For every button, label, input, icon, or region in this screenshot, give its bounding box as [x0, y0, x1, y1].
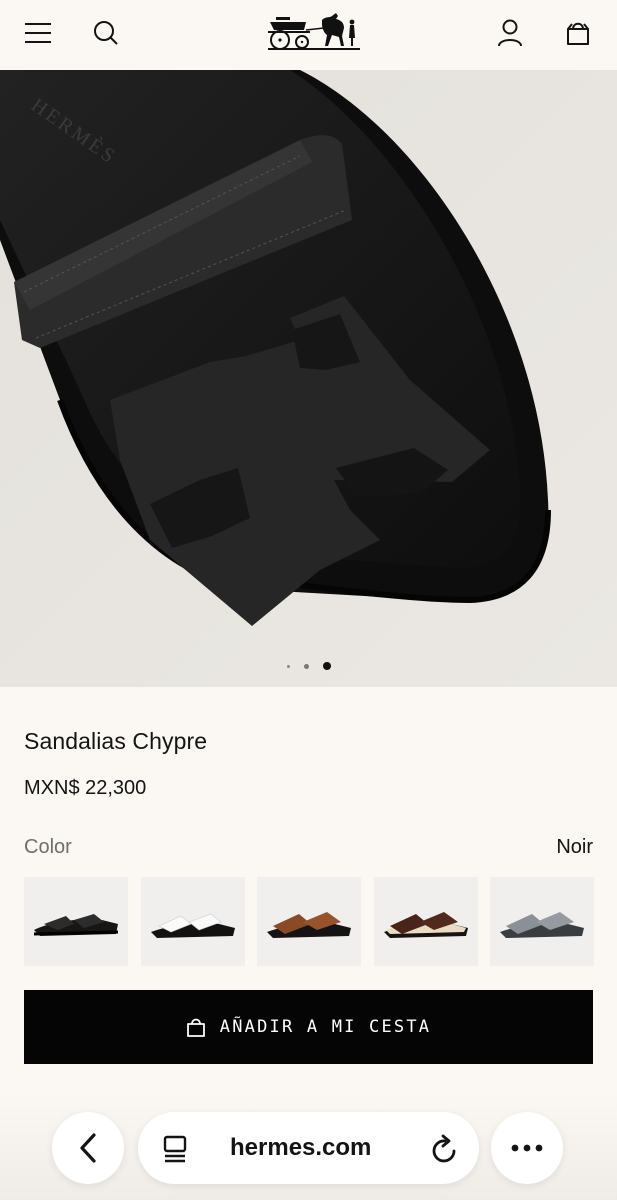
carousel-dots [0, 662, 617, 670]
browser-back-button[interactable] [52, 1112, 124, 1184]
hermes-logo[interactable] [266, 8, 362, 52]
carriage-logo-icon [268, 13, 360, 50]
cart-button[interactable] [558, 13, 598, 53]
black-sandal-thumbnail [33, 913, 119, 936]
color-swatch-list [24, 877, 594, 966]
reload-button[interactable] [428, 1132, 462, 1166]
site-header [0, 0, 617, 70]
grey-sandal-thumbnail [500, 911, 584, 938]
reload-icon [432, 1134, 456, 1163]
brown-sandal-thumbnail [267, 911, 351, 938]
white-sandal-thumbnail [150, 913, 235, 938]
shopping-bag-icon [567, 22, 589, 45]
tabs-icon [163, 1135, 187, 1163]
swatch-shearling[interactable] [373, 877, 478, 966]
product-name: Sandalias Chypre [24, 728, 208, 754]
shearling-sandal-thumbnail [383, 911, 468, 938]
carousel-dot-2[interactable] [303, 663, 309, 669]
product-image-carousel[interactable]: HERMÈS [0, 70, 617, 687]
more-dots-icon [511, 1144, 543, 1152]
swatch-brown[interactable] [257, 877, 361, 966]
browser-toolbar: hermes.com [0, 1092, 617, 1200]
add-to-cart-label: AÑADIR A MI CESTA [219, 1017, 432, 1037]
tabs-button[interactable] [160, 1134, 190, 1164]
black-sandal-image: HERMÈS [0, 70, 617, 687]
selected-color-value: Noir [556, 836, 593, 858]
product-price: MXN$ 22,300 [24, 777, 147, 799]
color-label: Color [24, 836, 72, 858]
browser-more-button[interactable] [491, 1112, 563, 1184]
hamburger-menu-icon [25, 23, 51, 43]
shopping-bag-icon [186, 1018, 205, 1037]
search-icon [94, 21, 118, 45]
address-bar[interactable]: hermes.com [138, 1112, 479, 1184]
menu-button[interactable] [18, 13, 58, 53]
search-button[interactable] [86, 13, 126, 53]
swatch-grey[interactable] [490, 877, 594, 966]
add-to-cart-button[interactable]: AÑADIR A MI CESTA [24, 990, 593, 1064]
swatch-white[interactable] [140, 877, 245, 966]
carousel-dot-3-active[interactable] [322, 662, 331, 670]
user-icon [498, 19, 522, 47]
carousel-dot-1[interactable] [286, 664, 290, 668]
url-text: hermes.com [230, 1134, 372, 1161]
swatch-black[interactable] [24, 877, 128, 966]
account-button[interactable] [490, 13, 530, 53]
chevron-left-icon [80, 1133, 96, 1163]
